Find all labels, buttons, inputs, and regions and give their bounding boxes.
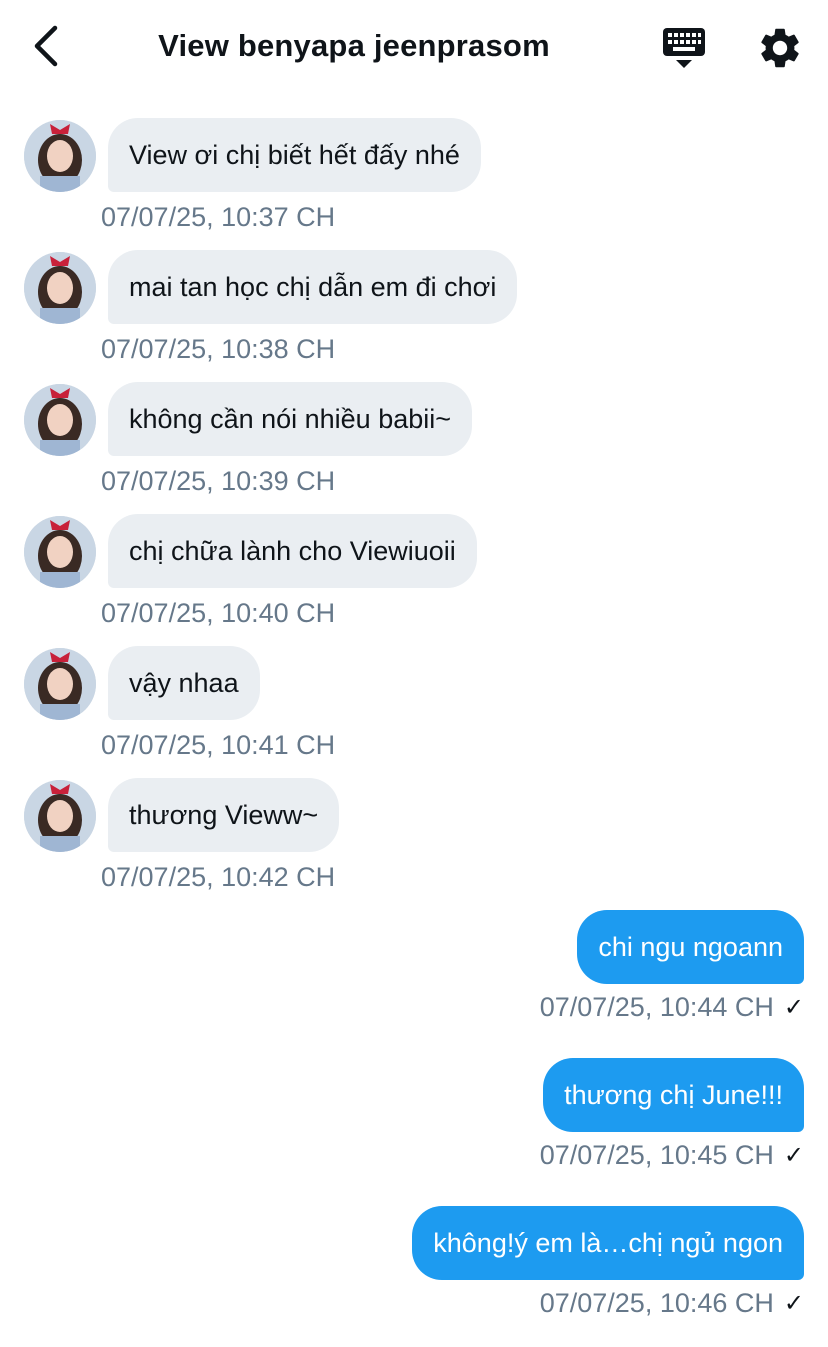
message-bubble[interactable]: không!ý em là…chị ngủ ngon [412, 1206, 804, 1280]
message-timestamp: 07/07/25, 10:40 CH [101, 598, 336, 628]
message-bubble[interactable]: mai tan học chị dẫn em đi chơi [108, 250, 518, 324]
message-timestamp: 07/07/25, 10:42 CH [101, 862, 336, 892]
message-meta: 07/07/25, 10:45 CH ✓ [540, 1140, 804, 1171]
message-bubble[interactable]: thương chị June!!! [543, 1058, 804, 1132]
sent-check-icon: ✓ [783, 994, 804, 1021]
avatar[interactable] [24, 120, 96, 192]
avatar[interactable] [24, 780, 96, 852]
sent-check-icon: ✓ [783, 1142, 804, 1169]
message-timestamp: 07/07/25, 10:45 CH [539, 1140, 774, 1170]
message-timestamp: 07/07/25, 10:44 CH [539, 992, 774, 1022]
message-timestamp: 07/07/25, 10:39 CH [101, 466, 336, 496]
message-meta: 07/07/25, 10:44 CH ✓ [540, 992, 804, 1023]
message-timestamp: 07/07/25, 10:38 CH [101, 334, 336, 364]
avatar[interactable] [24, 648, 96, 720]
message-bubble[interactable]: chị chữa lành cho Viewiuoii [108, 514, 477, 588]
avatar[interactable] [24, 516, 96, 588]
sent-check-icon: ✓ [783, 1290, 804, 1317]
message-bubble[interactable]: View ơi chị biết hết đấy nhé [108, 118, 481, 192]
avatar[interactable] [24, 252, 96, 324]
message-bubble[interactable]: không cần nói nhiều babii~ [108, 382, 473, 456]
message-bubble[interactable]: thương Vieww~ [108, 778, 340, 852]
message-timestamp: 07/07/25, 10:37 CH [101, 202, 336, 232]
message-timestamp: 07/07/25, 10:41 CH [101, 730, 336, 760]
message-thread: View ơi chị biết hết đấy nhé 07/07/25, 1… [0, 0, 828, 1347]
avatar[interactable] [24, 384, 96, 456]
message-timestamp: 07/07/25, 10:46 CH [539, 1288, 774, 1318]
message-bubble[interactable]: chi ngu ngoann [577, 910, 804, 984]
message-meta: 07/07/25, 10:46 CH ✓ [540, 1288, 804, 1319]
message-bubble[interactable]: vậy nhaa [108, 646, 260, 720]
